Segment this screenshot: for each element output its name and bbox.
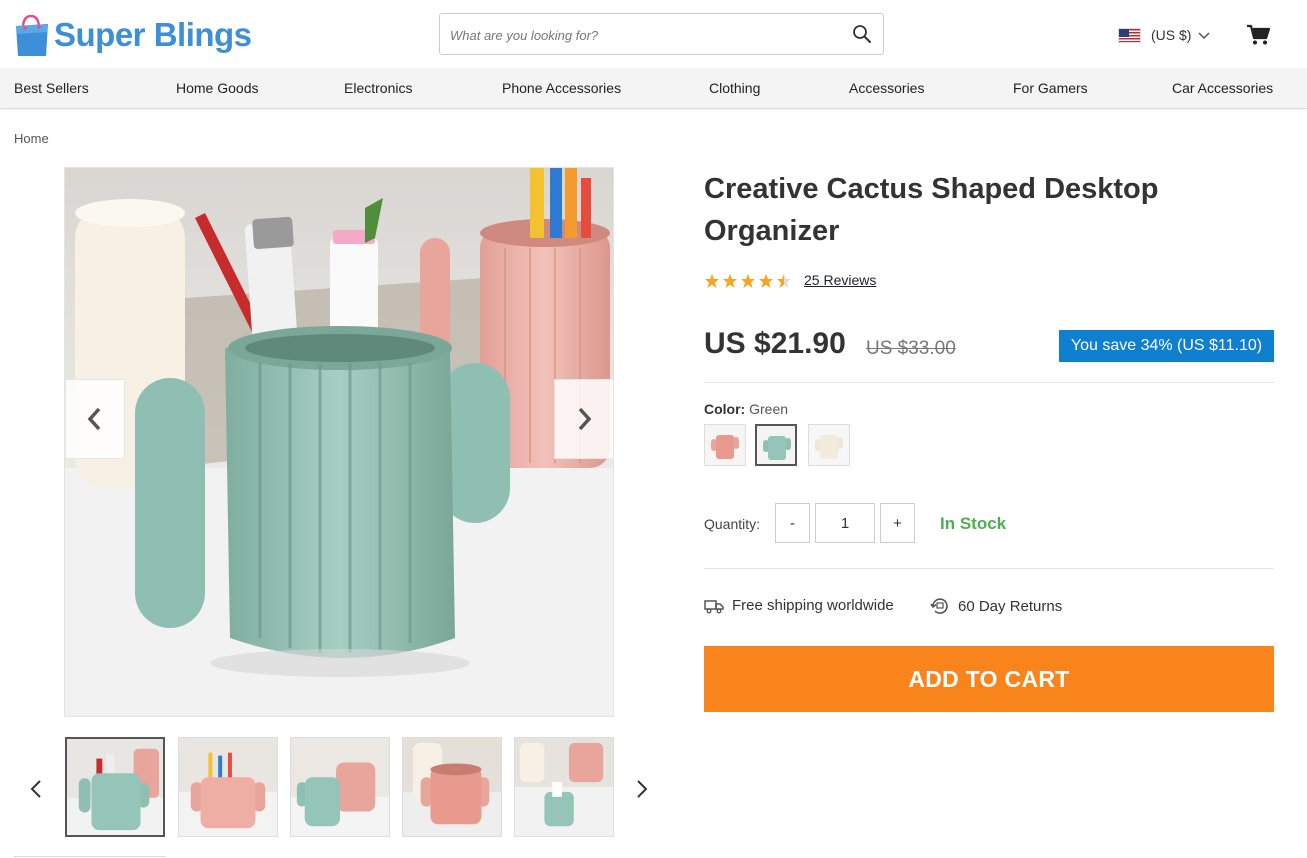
breadcrumb-home[interactable]: Home	[14, 131, 49, 146]
category-nav: Best Sellers Home Goods Electronics Phon…	[0, 68, 1307, 109]
divider	[704, 568, 1274, 569]
swatch-image	[705, 425, 745, 465]
thumbnail-image	[515, 738, 613, 836]
image-next-button[interactable]	[554, 379, 613, 459]
thumbnails-prev-button[interactable]	[26, 776, 46, 802]
color-swatch-white[interactable]	[808, 424, 850, 466]
truck-icon	[704, 599, 724, 613]
color-swatch-pink[interactable]	[704, 424, 746, 466]
thumbnail-2[interactable]	[178, 737, 278, 837]
chevron-right-icon	[578, 407, 592, 431]
shipping-feature: Free shipping worldwide	[704, 597, 894, 614]
nav-item-best-sellers[interactable]: Best Sellers	[14, 80, 89, 96]
color-swatch-green[interactable]	[755, 424, 797, 466]
site-header: Super Blings (US $)	[0, 0, 1307, 68]
chevron-left-icon	[87, 407, 101, 431]
chevron-right-icon	[637, 780, 648, 798]
us-flag-icon	[1118, 27, 1141, 43]
savings-badge: You save 34% (US $11.10)	[1059, 330, 1274, 362]
nav-item-clothing[interactable]: Clothing	[709, 80, 760, 96]
chevron-left-icon	[30, 780, 41, 798]
thumbnail-image	[179, 738, 277, 836]
cart-icon[interactable]	[1246, 24, 1270, 46]
product-photo	[65, 168, 613, 716]
star-half-icon	[777, 274, 791, 288]
swatch-image	[809, 425, 849, 465]
returns-icon	[930, 598, 948, 614]
product-title: Creative Cactus Shaped Desktop Organizer	[704, 173, 1159, 247]
quantity-increase-button[interactable]: +	[880, 503, 915, 543]
thumbnail-image	[403, 738, 501, 836]
star-icon	[705, 274, 719, 288]
divider	[14, 856, 166, 857]
thumbnail-1[interactable]	[65, 737, 165, 837]
shipping-label: Free shipping worldwide	[732, 597, 894, 614]
current-price: US $21.90	[704, 327, 846, 360]
search-box	[439, 13, 884, 55]
brand-logo[interactable]: Super Blings	[14, 12, 252, 58]
nav-item-accessories[interactable]: Accessories	[849, 80, 924, 96]
divider	[704, 382, 1274, 383]
thumbnail-5[interactable]	[514, 737, 614, 837]
quantity-input[interactable]	[815, 503, 875, 543]
search-icon[interactable]	[851, 23, 873, 45]
chevron-down-icon	[1198, 32, 1210, 40]
quantity-decrease-button[interactable]: -	[775, 503, 810, 543]
shopping-bag-icon	[16, 14, 48, 56]
thumbnails-next-button[interactable]	[632, 776, 652, 802]
thumbnail-image	[291, 738, 389, 836]
original-price: US $33.00	[866, 338, 956, 359]
search-input[interactable]	[450, 24, 830, 46]
currency-selector[interactable]: (US $)	[1118, 24, 1211, 46]
currency-label: (US $)	[1151, 27, 1192, 43]
color-value: Green	[749, 401, 789, 417]
nav-item-phone-accessories[interactable]: Phone Accessories	[502, 80, 621, 96]
returns-label: 60 Day Returns	[958, 597, 1063, 615]
nav-item-car-accessories[interactable]: Car Accessories	[1172, 80, 1273, 96]
star-icon	[723, 274, 737, 288]
reviews-link[interactable]: 25 Reviews	[804, 272, 876, 288]
color-label-title: Color:	[704, 401, 746, 417]
star-icon	[759, 274, 773, 288]
thumbnail-3[interactable]	[290, 737, 390, 837]
rating-stars	[704, 273, 792, 289]
nav-item-electronics[interactable]: Electronics	[344, 80, 412, 96]
product-main-image	[64, 167, 614, 717]
nav-item-home-goods[interactable]: Home Goods	[176, 80, 258, 96]
thumbnail-image	[67, 739, 163, 835]
star-icon	[741, 274, 755, 288]
quantity-label: Quantity:	[704, 516, 761, 532]
thumbnail-4[interactable]	[402, 737, 502, 837]
image-prev-button[interactable]	[65, 379, 125, 459]
swatch-image	[757, 426, 795, 464]
brand-name: Super Blings	[54, 16, 252, 53]
add-to-cart-button[interactable]: ADD TO CART	[704, 646, 1274, 712]
returns-feature: 60 Day Returns	[930, 597, 1062, 615]
color-label: Color: Green	[704, 401, 788, 417]
nav-item-for-gamers[interactable]: For Gamers	[1013, 80, 1088, 96]
stock-status: In Stock	[940, 514, 1007, 533]
